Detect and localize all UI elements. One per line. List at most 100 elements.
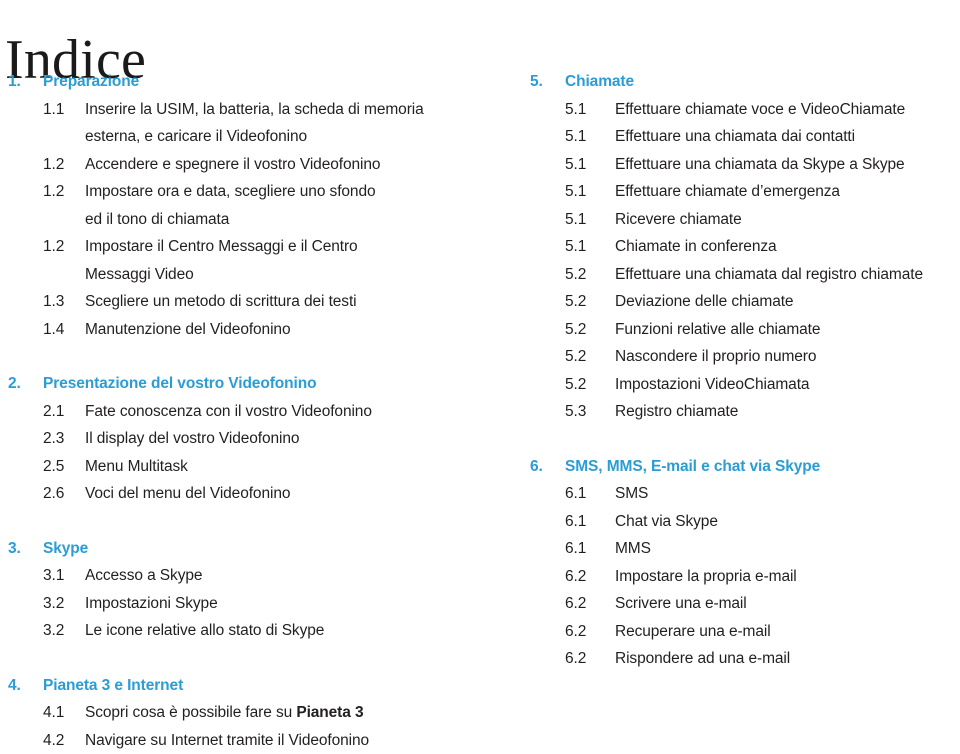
toc-section: 4.Pianeta 3 e Internet4.1Scopri cosa è p…	[8, 672, 478, 754]
toc-entry[interactable]: 5.1Effettuare chiamate voce e VideoChiam…	[530, 96, 960, 124]
toc-entry-number: 2.5	[43, 453, 85, 481]
toc-entry[interactable]: 1.1Inserire la USIM, la batteria, la sch…	[8, 96, 478, 151]
toc-section: 3.Skype3.1Accesso a Skype3.2Impostazioni…	[8, 535, 478, 645]
toc-entry-label: Il display del vostro Videofonino	[85, 425, 478, 453]
toc-entry-label: Effettuare chiamate d’emergenza	[615, 178, 960, 206]
toc-entry-label: Accendere e spegnere il vostro Videofoni…	[85, 151, 478, 179]
toc-entry-label-line: Voci del menu del Videofonino	[85, 485, 290, 502]
toc-section-heading[interactable]: 4.Pianeta 3 e Internet	[8, 672, 478, 700]
toc-entry[interactable]: 3.2Le icone relative allo stato di Skype	[8, 617, 478, 645]
toc-entry[interactable]: 5.1Effettuare chiamate d’emergenza	[530, 178, 960, 206]
toc-entry-label-line: Effettuare una chiamata dai contatti	[615, 128, 855, 145]
toc-entry-label: Chat via Skype	[615, 508, 960, 536]
toc-entry[interactable]: 1.2Impostare ora e data, scegliere uno s…	[8, 178, 478, 233]
toc-section-heading[interactable]: 2.Presentazione del vostro Videofonino	[8, 370, 478, 398]
toc-entry-number: 6.2	[565, 590, 615, 618]
toc-entry[interactable]: 5.1Effettuare una chiamata dai contatti	[530, 123, 960, 151]
toc-entry-label: Voci del menu del Videofonino	[85, 480, 478, 508]
toc-entry-number: 2.3	[43, 425, 85, 453]
toc-entry[interactable]: 6.2Rispondere ad una e-mail	[530, 645, 960, 673]
toc-entry-label: MMS	[615, 535, 960, 563]
toc-entry-number: 5.1	[565, 206, 615, 234]
toc-entry[interactable]: 3.2Impostazioni Skype	[8, 590, 478, 618]
toc-entry-label: Rispondere ad una e-mail	[615, 645, 960, 673]
toc-entry[interactable]: 5.2Funzioni relative alle chiamate	[530, 316, 960, 344]
toc-entry[interactable]: 5.3Registro chiamate	[530, 398, 960, 426]
toc-entry-number: 3.2	[43, 617, 85, 645]
toc-section-heading[interactable]: 3.Skype	[8, 535, 478, 563]
toc-entry-label: Nascondere il proprio numero	[615, 343, 960, 371]
toc-entry-number: 5.2	[565, 316, 615, 344]
toc-section-number: 3.	[8, 535, 43, 563]
toc-entry-label-line: Inserire la USIM, la batteria, la scheda…	[85, 101, 424, 118]
toc-entry-label-line: Effettuare chiamate d’emergenza	[615, 183, 840, 200]
toc-entry-label-line: Scegliere un metodo di scrittura dei tes…	[85, 293, 357, 310]
toc-entry[interactable]: 5.2Deviazione delle chiamate	[530, 288, 960, 316]
toc-entry[interactable]: 6.1MMS	[530, 535, 960, 563]
toc-entry[interactable]: 5.1Effettuare una chiamata da Skype a Sk…	[530, 151, 960, 179]
toc-entry[interactable]: 1.2Impostare il Centro Messaggi e il Cen…	[8, 233, 478, 288]
toc-entry-number: 5.2	[565, 288, 615, 316]
toc-entry-label-line: Le icone relative allo stato di Skype	[85, 622, 324, 639]
toc-entry-label: Fate conoscenza con il vostro Videofonin…	[85, 398, 478, 426]
toc-entry-label: Recuperare una e-mail	[615, 618, 960, 646]
toc-entry-number: 1.1	[43, 96, 85, 124]
toc-section-title: Presentazione del vostro Videofonino	[43, 370, 316, 398]
page-root: Indice 1.Preparazione1.1Inserire la USIM…	[0, 0, 960, 749]
toc-entry-number: 6.1	[565, 508, 615, 536]
toc-entry-number: 2.1	[43, 398, 85, 426]
toc-entry-label-line: Effettuare chiamate voce e VideoChiamate	[615, 101, 905, 118]
toc-entry-label-line: ed il tono di chiamata	[85, 206, 478, 234]
toc-section-heading[interactable]: 5.Chiamate	[530, 68, 960, 96]
toc-entry-label: Impostazioni Skype	[85, 590, 478, 618]
toc-section-title: SMS, MMS, E-mail e chat via Skype	[565, 453, 820, 481]
toc-entry-label: Impostare la propria e-mail	[615, 563, 960, 591]
toc-entry[interactable]: 5.2Impostazioni VideoChiamata	[530, 371, 960, 399]
toc-entry[interactable]: 6.2Recuperare una e-mail	[530, 618, 960, 646]
toc-entry[interactable]: 1.2Accendere e spegnere il vostro Videof…	[8, 151, 478, 179]
toc-entry-label-line: Scopri cosa è possibile fare su	[85, 704, 296, 721]
toc-entry-number: 5.3	[565, 398, 615, 426]
toc-section: 1.Preparazione1.1Inserire la USIM, la ba…	[8, 68, 478, 343]
toc-section-heading[interactable]: 1.Preparazione	[8, 68, 478, 96]
toc-entry[interactable]: 3.1Accesso a Skype	[8, 562, 478, 590]
toc-entry[interactable]: 2.3Il display del vostro Videofonino	[8, 425, 478, 453]
toc-entry-number: 5.2	[565, 371, 615, 399]
toc-entry[interactable]: 5.1Chiamate in conferenza	[530, 233, 960, 261]
toc-entry[interactable]: 1.4Manutenzione del Videofonino	[8, 316, 478, 344]
toc-entry-label-line: Accendere e spegnere il vostro Videofoni…	[85, 156, 380, 173]
toc-entry[interactable]: 2.6Voci del menu del Videofonino	[8, 480, 478, 508]
toc-entry[interactable]: 4.2Navigare su Internet tramite il Video…	[8, 727, 478, 754]
toc-entry-number: 1.4	[43, 316, 85, 344]
toc-entry-number: 5.1	[565, 96, 615, 124]
toc-entry[interactable]: 2.5Menu Multitask	[8, 453, 478, 481]
toc-entry-label: Effettuare una chiamata da Skype a Skype	[615, 151, 960, 179]
toc-entry-number: 6.2	[565, 618, 615, 646]
toc-entry-label-line: Registro chiamate	[615, 403, 738, 420]
toc-entry[interactable]: 5.2Effettuare una chiamata dal registro …	[530, 261, 960, 289]
toc-entry[interactable]: 2.1Fate conoscenza con il vostro Videofo…	[8, 398, 478, 426]
toc-entry-number: 4.2	[43, 727, 85, 754]
toc-entry-label-line: Impostare la propria e-mail	[615, 568, 797, 585]
toc-entry-label-line: Effettuare una chiamata da Skype a Skype	[615, 156, 905, 173]
toc-entry-label-line: Impostare ora e data, scegliere uno sfon…	[85, 183, 375, 200]
toc-entry[interactable]: 6.1SMS	[530, 480, 960, 508]
toc-entry[interactable]: 6.2Impostare la propria e-mail	[530, 563, 960, 591]
toc-entry-label: Impostazioni VideoChiamata	[615, 371, 960, 399]
toc-section: 5.Chiamate5.1Effettuare chiamate voce e …	[530, 68, 960, 426]
toc-entry[interactable]: 6.1Chat via Skype	[530, 508, 960, 536]
toc-entry-label-line: Navigare su Internet tramite il Videofon…	[85, 732, 369, 749]
toc-entry[interactable]: 5.2Nascondere il proprio numero	[530, 343, 960, 371]
toc-entry[interactable]: 4.1Scopri cosa è possibile fare su Piane…	[8, 699, 478, 727]
toc-entry-number: 6.1	[565, 535, 615, 563]
toc-entry-label-line: Messaggi Video	[85, 261, 478, 289]
toc-entry-number: 6.2	[565, 563, 615, 591]
toc-entry-label-line: Impostazioni VideoChiamata	[615, 376, 809, 393]
toc-section-heading[interactable]: 6.SMS, MMS, E-mail e chat via Skype	[530, 453, 960, 481]
toc-entry-label: Inserire la USIM, la batteria, la scheda…	[85, 96, 478, 151]
toc-section-title: Preparazione	[43, 68, 139, 96]
toc-entry[interactable]: 6.2Scrivere una e-mail	[530, 590, 960, 618]
toc-entry[interactable]: 5.1Ricevere chiamate	[530, 206, 960, 234]
toc-column-left: 1.Preparazione1.1Inserire la USIM, la ba…	[8, 68, 478, 754]
toc-entry[interactable]: 1.3Scegliere un metodo di scrittura dei …	[8, 288, 478, 316]
